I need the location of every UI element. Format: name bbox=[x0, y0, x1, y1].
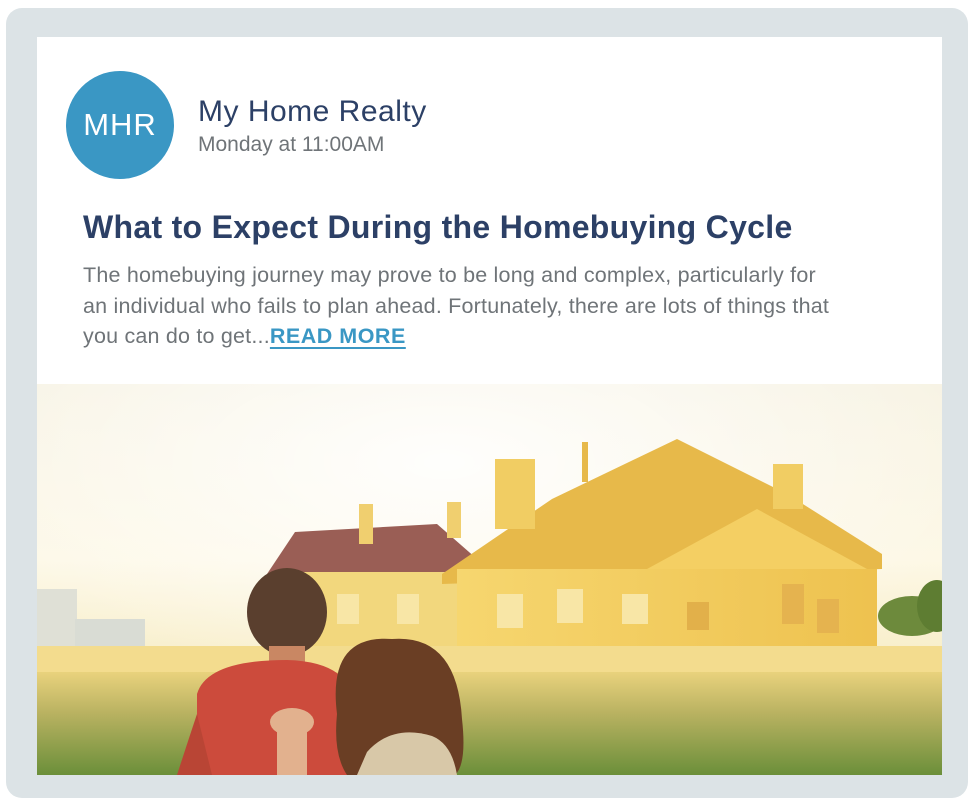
read-more-link[interactable]: READ MORE bbox=[270, 324, 406, 348]
post-timestamp: Monday at 11:00AM bbox=[198, 133, 385, 156]
post-card: MHR My Home Realty Monday at 11:00AM Wha… bbox=[37, 37, 942, 775]
post-title[interactable]: What to Expect During the Homebuying Cyc… bbox=[83, 209, 793, 246]
avatar-initials: MHR bbox=[83, 107, 157, 142]
post-excerpt-text: The homebuying journey may prove to be l… bbox=[83, 263, 830, 348]
author-name[interactable]: My Home Realty bbox=[198, 95, 427, 129]
hero-image[interactable] bbox=[37, 384, 942, 775]
avatar[interactable]: MHR bbox=[66, 71, 174, 179]
post-excerpt: The homebuying journey may prove to be l… bbox=[83, 260, 843, 352]
